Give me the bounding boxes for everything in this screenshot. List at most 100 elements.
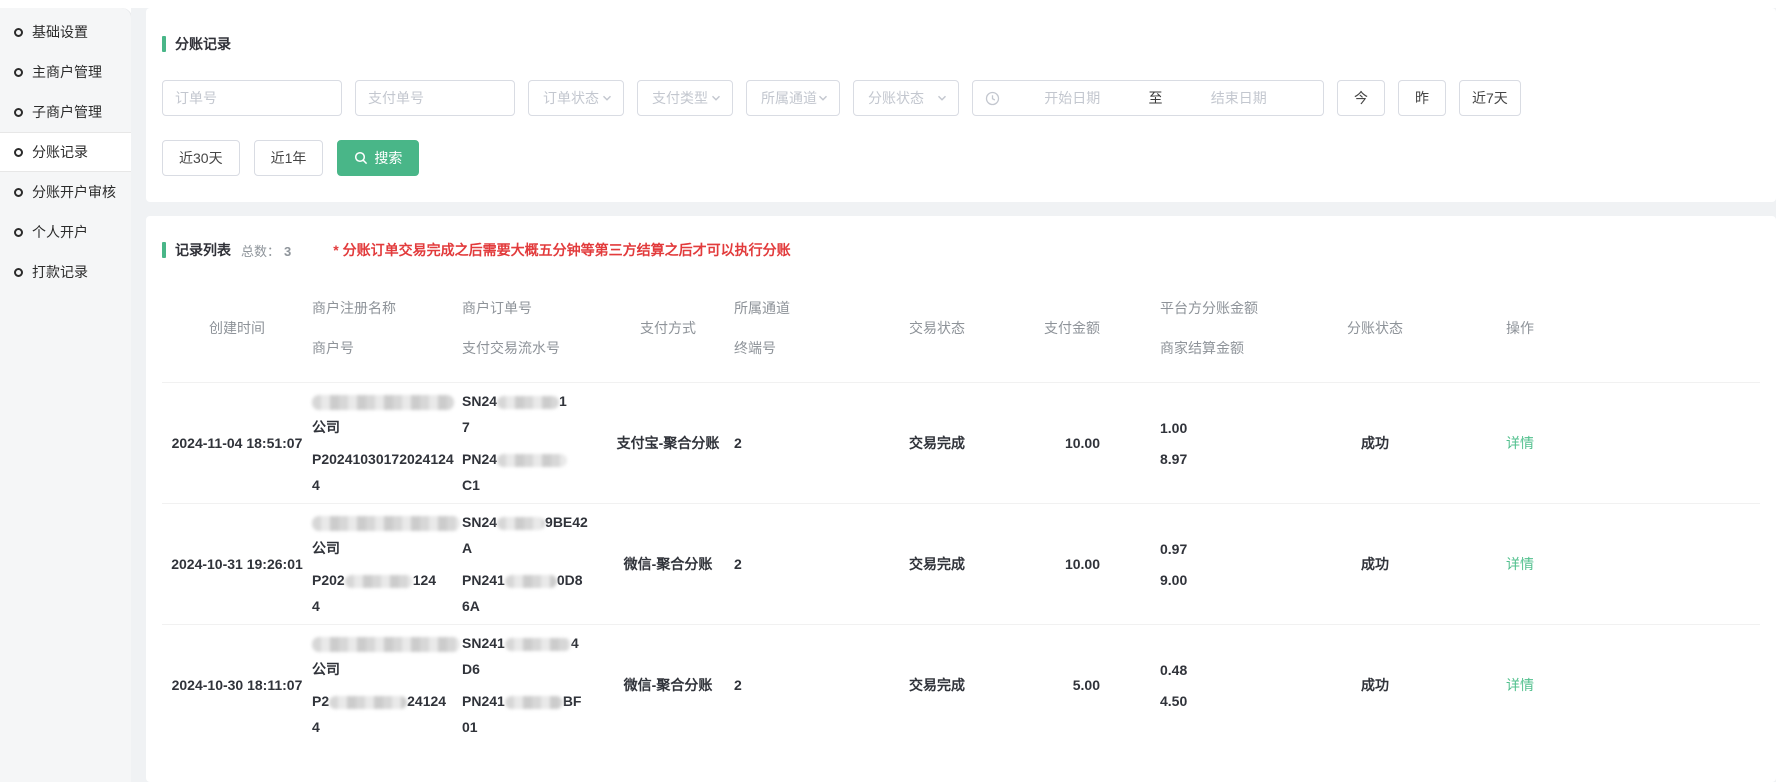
created-time: 2024-10-30 18:11:07: [162, 672, 312, 698]
sidebar-item-personal-account[interactable]: 个人开户: [0, 212, 131, 252]
quick-7d-button[interactable]: 近7天: [1459, 80, 1521, 116]
redacted-order-no: [497, 517, 545, 530]
merchant-name-no-cell: 公司 P224124 4: [312, 630, 462, 740]
quick-30d-label: 近30天: [179, 148, 223, 168]
split-status-select[interactable]: 分账状态: [853, 80, 959, 116]
terminal-no: 2: [724, 551, 842, 577]
quick-1y-button[interactable]: 近1年: [254, 140, 324, 176]
circle-icon: [14, 268, 23, 277]
sidebar-item-split-account-review[interactable]: 分账开户审核: [0, 172, 131, 212]
filter-card: 分账记录 订单状态 支付类型 所属通道 分账状态: [146, 8, 1776, 202]
txn-status: 交易完成: [842, 672, 1032, 698]
circle-icon: [14, 108, 23, 117]
merchant-amount: 9.00: [1160, 567, 1305, 593]
col-pay-method: 支付方式: [612, 288, 724, 368]
pay-method: 微信-聚合分账: [612, 551, 724, 577]
col-actions: 操作: [1445, 288, 1595, 368]
chevron-down-icon: [936, 92, 948, 104]
date-start-placeholder: 开始日期: [1000, 88, 1145, 108]
main-area: 分账记录 订单状态 支付类型 所属通道 分账状态: [131, 8, 1776, 782]
circle-icon: [14, 188, 23, 197]
circle-icon: [14, 228, 23, 237]
sidebar-item-main-merchants[interactable]: 主商户管理: [0, 52, 131, 92]
total-label: 总数：: [241, 244, 280, 259]
quick-today-button[interactable]: 今: [1337, 80, 1385, 116]
terminal-no: 2: [724, 430, 842, 456]
redacted-merchant-name: [312, 637, 460, 652]
total-value: 3: [284, 244, 291, 259]
order-no-input[interactable]: [162, 80, 342, 116]
sidebar-item-payout-records[interactable]: 打款记录: [0, 252, 131, 292]
order-status-select[interactable]: 订单状态: [528, 80, 624, 116]
detail-link[interactable]: 详情: [1506, 677, 1534, 693]
split-status: 成功: [1305, 551, 1445, 577]
redacted-order-no: [497, 396, 559, 409]
detail-link[interactable]: 详情: [1506, 435, 1534, 451]
redacted-merchant-no: [345, 575, 413, 588]
sidebar-item-split-records[interactable]: 分账记录: [0, 132, 131, 172]
created-time: 2024-10-31 19:26:01: [162, 551, 312, 577]
table-row: 2024-10-31 19:26:01 公司 P202124 4 SN249BE…: [162, 503, 1760, 624]
channel-select[interactable]: 所属通道: [746, 80, 840, 116]
split-status: 成功: [1305, 672, 1445, 698]
chevron-down-icon: [710, 92, 722, 104]
sidebar-item-sub-merchants[interactable]: 子商户管理: [0, 92, 131, 132]
search-button-label: 搜索: [374, 148, 402, 168]
platform-amount: 1.00: [1160, 415, 1305, 441]
pay-no-input[interactable]: [355, 80, 515, 116]
pay-amount: 10.00: [1032, 430, 1140, 456]
col-created-time: 创建时间: [162, 288, 312, 368]
accent-bar: [162, 242, 166, 258]
table-header: 创建时间 商户注册名称商户号 商户订单号支付交易流水号 支付方式 所属通道终端号…: [162, 278, 1760, 382]
settlement-notice: * 分账订单交易完成之后需要大概五分钟等第三方结算之后才可以执行分账: [333, 240, 790, 260]
sidebar-item-label: 个人开户: [32, 222, 88, 242]
quick-yesterday-button[interactable]: 昨: [1398, 80, 1446, 116]
platform-amount: 0.97: [1160, 536, 1305, 562]
redacted-txn-no: [505, 575, 557, 588]
sidebar-item-label: 子商户管理: [32, 102, 102, 122]
redacted-txn-no: [497, 454, 567, 467]
record-list-header: 记录列表 总数：3 * 分账订单交易完成之后需要大概五分钟等第三方结算之后才可以…: [162, 240, 1760, 260]
pay-method: 微信-聚合分账: [612, 672, 724, 698]
merchant-amount: 8.97: [1160, 446, 1305, 472]
redacted-txn-no: [505, 696, 563, 709]
redacted-merchant-no: [329, 696, 407, 709]
pay-type-select[interactable]: 支付类型: [637, 80, 733, 116]
table-row: 2024-11-04 18:51:07 公司 P2024103017202412…: [162, 382, 1760, 503]
col-channel-terminal: 所属通道终端号: [724, 288, 842, 368]
col-txn-status: 交易状态: [842, 288, 1032, 368]
platform-amount: 0.48: [1160, 657, 1305, 683]
sidebar-item-label: 基础设置: [32, 22, 88, 42]
sidebar-item-label: 打款记录: [32, 262, 88, 282]
sidebar: 基础设置 主商户管理 子商户管理 分账记录 分账开户审核 个人开户 打款记录: [0, 8, 131, 782]
filter-row-1: 订单状态 支付类型 所属通道 分账状态: [162, 80, 1760, 116]
accent-bar: [162, 36, 166, 52]
order-txn-no-cell: SN2414 D6 PN241BF 01: [462, 630, 612, 740]
quick-7d-label: 近7天: [1472, 88, 1508, 108]
sidebar-item-basic-settings[interactable]: 基础设置: [0, 12, 131, 52]
pay-amount: 10.00: [1032, 551, 1140, 577]
txn-status: 交易完成: [842, 430, 1032, 456]
terminal-no: 2: [724, 672, 842, 698]
search-button[interactable]: 搜索: [337, 140, 419, 176]
order-txn-no-cell: SN241 7 PN24 C1: [462, 388, 612, 498]
page-title: 分账记录: [175, 34, 231, 54]
detail-link[interactable]: 详情: [1506, 556, 1534, 572]
quick-yesterday-label: 昨: [1415, 88, 1429, 108]
record-list-card: 记录列表 总数：3 * 分账订单交易完成之后需要大概五分钟等第三方结算之后才可以…: [146, 216, 1776, 782]
quick-30d-button[interactable]: 近30天: [162, 140, 240, 176]
pay-method: 支付宝-聚合分账: [612, 430, 724, 456]
app-root: 基础设置 主商户管理 子商户管理 分账记录 分账开户审核 个人开户 打款记录: [0, 0, 1776, 782]
sidebar-item-label: 分账记录: [32, 142, 88, 162]
split-amounts-cell: 0.48 4.50: [1140, 657, 1305, 714]
col-order-txn-no: 商户订单号支付交易流水号: [462, 288, 612, 368]
quick-today-label: 今: [1354, 88, 1368, 108]
merchant-amount: 4.50: [1160, 688, 1305, 714]
clock-icon: [985, 91, 1000, 106]
date-separator: 至: [1145, 88, 1167, 108]
redacted-merchant-name: [312, 516, 460, 531]
split-amounts-cell: 1.00 8.97: [1140, 415, 1305, 472]
date-range-picker[interactable]: 开始日期 至 结束日期: [972, 80, 1324, 116]
order-txn-no-cell: SN249BE42 A PN2410D8 6A: [462, 509, 612, 619]
order-status-select-value: 订单状态: [543, 88, 599, 108]
